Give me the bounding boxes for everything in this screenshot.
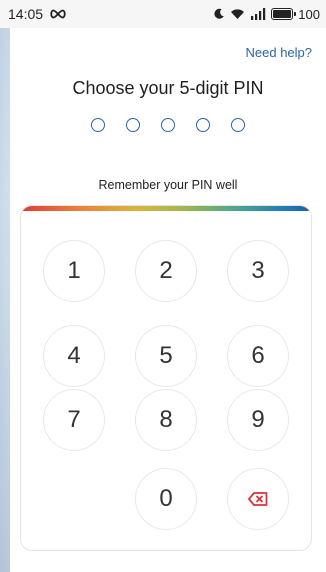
key-3[interactable]: 3 [227,240,289,302]
pin-dot [196,118,210,132]
pin-dot [231,118,245,132]
moon-icon [214,8,225,19]
key-1[interactable]: 1 [43,240,105,302]
pin-dot [126,118,140,132]
signal-icon [251,8,266,20]
pin-dot [91,118,105,132]
page-title: Choose your 5-digit PIN [72,78,264,98]
status-right: 100 [213,7,320,22]
status-bar: 14:05 100 [0,0,326,28]
key-5[interactable]: 5 [135,325,197,387]
battery-level: 100 [298,6,320,22]
pin-dot [161,118,175,132]
wifi-icon [231,9,245,19]
key-7[interactable]: 7 [43,389,105,451]
key-6[interactable]: 6 [227,325,289,387]
battery-icon [271,8,297,20]
delete-button[interactable] [227,468,289,530]
keypad: 1 2 3 4 5 6 7 8 9 0 [20,205,312,551]
key-8[interactable]: 8 [135,389,197,451]
status-left: 14:05 [8,6,67,22]
need-help-link[interactable]: Need help? [246,45,313,60]
status-time: 14:05 [8,6,44,22]
infinity-icon [50,9,66,19]
pin-hint: Remember your PIN well [98,178,238,192]
key-0[interactable]: 0 [135,468,197,530]
key-2[interactable]: 2 [135,240,197,302]
rainbow-bar [21,206,311,211]
key-9[interactable]: 9 [227,389,289,451]
pin-indicator [10,118,326,132]
backspace-icon [248,492,268,506]
key-4[interactable]: 4 [43,325,105,387]
